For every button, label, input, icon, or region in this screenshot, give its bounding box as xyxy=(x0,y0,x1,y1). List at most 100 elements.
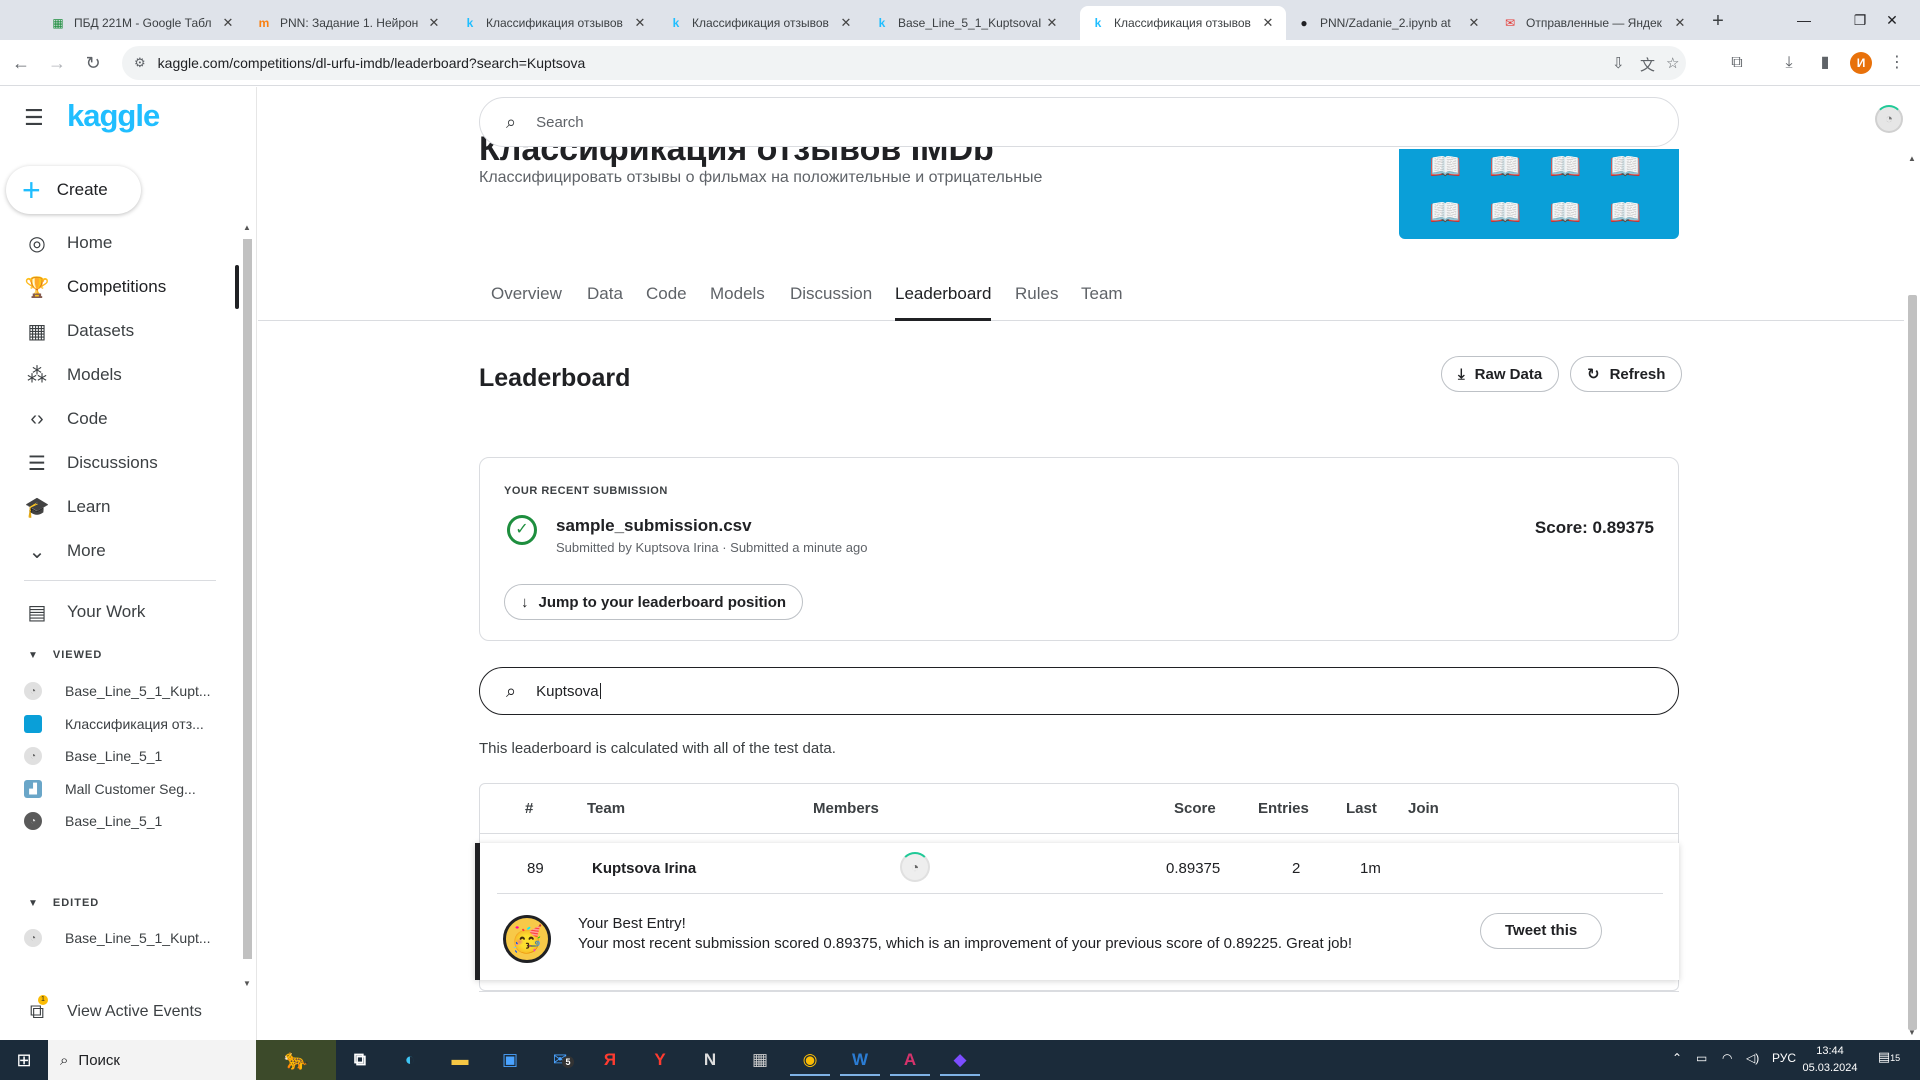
site-search-input[interactable]: ⌕ Search xyxy=(479,97,1679,147)
sidebar-item-datasets[interactable]: ▦ Datasets xyxy=(0,309,238,353)
recent-viewed-item[interactable]: Классификация отз... xyxy=(24,708,214,740)
row-team-name[interactable]: Kuptsova Irina xyxy=(592,860,696,877)
profile-avatar[interactable]: И xyxy=(1850,52,1872,74)
yandex-browser-icon[interactable]: Y xyxy=(640,1044,680,1076)
browser-tab[interactable]: k Base_Line_5_1_KuptsovaI ✕ xyxy=(864,6,1070,40)
table-row[interactable]: 89 Kuptsova Irina ◔ 0.89375 2 1m 🥳 Your … xyxy=(475,843,1679,980)
browser-tab[interactable]: ● PNN/Zadanie_2.ipynb at ✕ xyxy=(1286,6,1492,40)
sidebar-item-models[interactable]: ⁂ Models xyxy=(0,353,238,397)
language-indicator[interactable]: РУС xyxy=(1772,1051,1796,1065)
edited-section-header[interactable]: ▼ EDITED xyxy=(28,897,99,909)
store-icon[interactable]: ▣ xyxy=(490,1044,530,1076)
browser-tab[interactable]: k Классификация отзывов ✕ xyxy=(658,6,864,40)
kaggle-logo[interactable]: kaggle xyxy=(67,98,160,134)
site-info-icon[interactable]: ⚙ xyxy=(134,55,146,71)
browser-tab[interactable]: k Классификация отзывов ✕ xyxy=(1080,6,1286,40)
drop-app-icon[interactable]: ◆ xyxy=(940,1044,980,1076)
tray-expand-icon[interactable]: ⌃ xyxy=(1672,1051,1682,1065)
sidebar-item-your-work[interactable]: ▤ Your Work xyxy=(0,590,238,634)
close-tab-icon[interactable]: ✕ xyxy=(838,15,854,31)
forward-button[interactable]: → xyxy=(42,48,72,78)
col-header-team[interactable]: Team xyxy=(587,800,625,817)
raw-data-button[interactable]: ⤓ Raw Data xyxy=(1441,356,1560,392)
recent-viewed-item[interactable]: ◔ Base_Line_5_1 xyxy=(24,740,214,772)
access-icon[interactable]: A xyxy=(890,1044,930,1076)
scroll-down-icon[interactable]: ▼ xyxy=(1908,1028,1916,1037)
wifi-icon[interactable]: ◠ xyxy=(1722,1051,1732,1065)
downloads-icon[interactable]: ⤓ xyxy=(1778,52,1800,74)
bookmark-star-icon[interactable]: ☆ xyxy=(1666,54,1679,72)
close-tab-icon[interactable]: ✕ xyxy=(426,15,442,31)
volume-icon[interactable]: ◁) xyxy=(1746,1051,1759,1065)
reload-button[interactable]: ↻ xyxy=(78,48,108,78)
sidebar-item-discussions[interactable]: ☰ Discussions xyxy=(0,441,238,485)
page-scrollbar[interactable]: ▲ ▼ xyxy=(1904,150,1920,1040)
scroll-up-icon[interactable]: ▲ xyxy=(243,223,251,232)
col-header-entries[interactable]: Entries xyxy=(1258,800,1309,817)
browser-tab[interactable]: k Классификация отзывов ✕ xyxy=(452,6,658,40)
task-view-icon[interactable]: ⧉ xyxy=(340,1044,380,1076)
tab-discussion[interactable]: Discussion xyxy=(790,279,872,321)
sidebar-item-competitions[interactable]: 🏆 Competitions xyxy=(0,265,238,309)
close-tab-icon[interactable]: ✕ xyxy=(1044,15,1060,31)
browser-tab[interactable]: ✉ Отправленные — Яндек ✕ xyxy=(1492,6,1698,40)
sidebar-item-code[interactable]: ‹› Code xyxy=(0,397,238,441)
recent-viewed-item[interactable]: ◔ Base_Line_5_1_Kupt... xyxy=(24,675,214,707)
create-button[interactable]: + Create xyxy=(6,166,141,214)
calculator-icon[interactable]: ▦ xyxy=(740,1044,780,1076)
recent-edited-item[interactable]: ◔ Base_Line_5_1_Kupt... xyxy=(24,922,214,954)
scrollbar-thumb[interactable] xyxy=(243,239,252,959)
mail-icon[interactable]: ✉ 5 xyxy=(540,1044,580,1076)
tab-models[interactable]: Models xyxy=(710,279,765,321)
close-tab-icon[interactable]: ✕ xyxy=(632,15,648,31)
notifications-icon[interactable]: ▤15 xyxy=(1876,1049,1902,1071)
side-panel-icon[interactable]: ▮ xyxy=(1814,52,1836,74)
back-button[interactable]: ← xyxy=(6,48,36,78)
file-explorer-icon[interactable]: ▬ xyxy=(440,1044,480,1076)
close-tab-icon[interactable]: ✕ xyxy=(1260,15,1276,31)
close-tab-icon[interactable]: ✕ xyxy=(1672,15,1688,31)
sidebar-scrollbar[interactable]: ▲ ▼ xyxy=(241,223,253,989)
view-active-events-link[interactable]: ⧉ 1 View Active Events xyxy=(0,990,238,1034)
tab-leaderboard[interactable]: Leaderboard xyxy=(895,279,992,321)
col-header-last[interactable]: Last xyxy=(1346,800,1377,817)
battery-icon[interactable]: ▭ xyxy=(1696,1051,1707,1065)
hamburger-menu-icon[interactable]: ☰ xyxy=(24,105,44,131)
close-tab-icon[interactable]: ✕ xyxy=(1466,15,1482,31)
col-header-score[interactable]: Score xyxy=(1174,800,1216,817)
tab-rules[interactable]: Rules xyxy=(1015,279,1058,321)
scroll-down-icon[interactable]: ▼ xyxy=(243,979,251,988)
viewed-section-header[interactable]: ▼ VIEWED xyxy=(28,649,102,661)
sidebar-item-more[interactable]: ⌄ More xyxy=(0,529,238,573)
recent-viewed-item[interactable]: ◔ Base_Line_5_1 xyxy=(24,805,214,837)
new-tab-button[interactable]: + xyxy=(1704,8,1732,36)
jump-to-position-button[interactable]: ↓ Jump to your leaderboard position xyxy=(504,584,804,620)
browser-menu-icon[interactable]: ⋮ xyxy=(1886,52,1908,74)
close-window-button[interactable]: ✕ xyxy=(1864,0,1920,40)
url-bar[interactable]: ⚙ kaggle.com/competitions/dl-urfu-imdb/l… xyxy=(122,46,1686,80)
taskbar-clock[interactable]: 13:44 05.03.2024 xyxy=(1800,1043,1860,1077)
scrollbar-thumb[interactable] xyxy=(1908,295,1917,1030)
tab-data[interactable]: Data xyxy=(587,279,623,321)
word-icon[interactable]: W xyxy=(840,1044,880,1076)
leaderboard-search-input[interactable]: ⌕ Kuptsova xyxy=(479,667,1679,715)
tab-code[interactable]: Code xyxy=(646,279,687,321)
refresh-button[interactable]: ↻ Refresh xyxy=(1570,356,1683,392)
recent-viewed-item[interactable]: ▟ Mall Customer Seg... xyxy=(24,773,214,805)
col-header-members[interactable]: Members xyxy=(813,800,879,817)
notion-icon[interactable]: N xyxy=(690,1044,730,1076)
chrome-icon[interactable]: ◉ xyxy=(790,1044,830,1076)
minimize-button[interactable]: — xyxy=(1776,0,1832,40)
col-header-join[interactable]: Join xyxy=(1408,800,1439,817)
scroll-up-icon[interactable]: ▲ xyxy=(1908,154,1916,163)
search-highlight-image[interactable]: 🐆 xyxy=(256,1040,336,1080)
install-app-icon[interactable]: ⇩ xyxy=(1612,54,1625,72)
col-header-rank[interactable]: # xyxy=(525,800,533,817)
sidebar-item-home[interactable]: ◎ Home xyxy=(0,221,238,265)
browser-tab[interactable]: m PNN: Задание 1. Нейрон ✕ xyxy=(246,6,452,40)
translate-icon[interactable]: 文 xyxy=(1640,54,1655,75)
sidebar-item-learn[interactable]: 🎓 Learn xyxy=(0,485,238,529)
user-avatar[interactable]: ◔ xyxy=(1875,105,1903,133)
windows-start-icon[interactable]: ⊞ xyxy=(0,1040,48,1080)
tab-overview[interactable]: Overview xyxy=(491,279,562,321)
